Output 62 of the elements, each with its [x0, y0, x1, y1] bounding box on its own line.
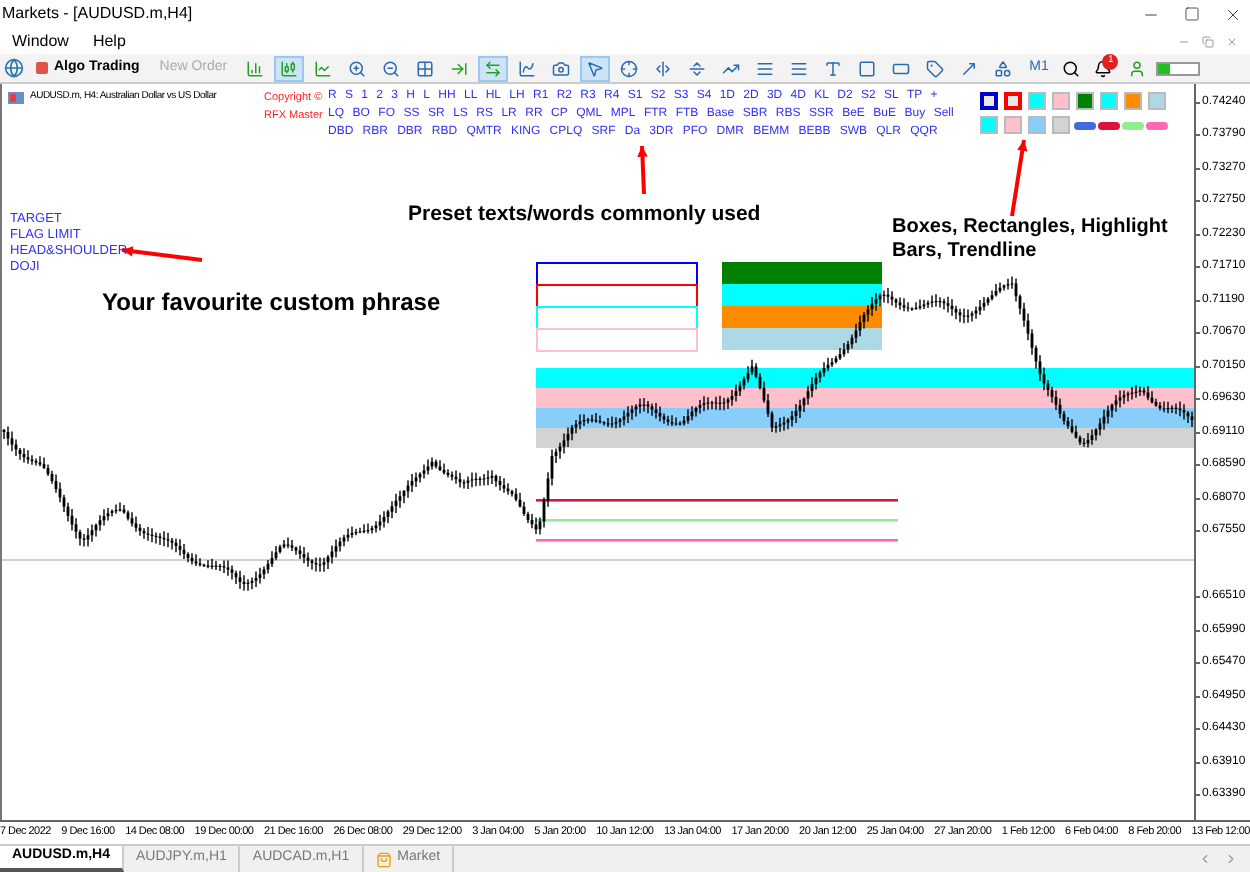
- bell-icon[interactable]: [1094, 59, 1113, 77]
- autoscroll-icon: [483, 59, 502, 77]
- channel-icon: [755, 59, 774, 77]
- annotation-text: Boxes, Rectangles, Highlight Bars, Trendline: [892, 216, 1170, 264]
- rectangle-icon: [857, 59, 876, 77]
- line-swatch[interactable]: [1074, 121, 1096, 129]
- color-swatch[interactable]: [980, 92, 998, 110]
- bar-chart-icon: [245, 59, 264, 77]
- maximize-icon[interactable]: [1184, 6, 1200, 22]
- color-swatch[interactable]: [1148, 92, 1166, 110]
- color-swatch[interactable]: [1124, 92, 1142, 110]
- arrow: [1010, 139, 1028, 217]
- color-swatch[interactable]: [1004, 116, 1022, 134]
- color-swatch[interactable]: [1076, 92, 1094, 110]
- annotation-text: Preset texts/words commonly used: [408, 200, 761, 230]
- color-swatch[interactable]: [1052, 92, 1070, 110]
- line-chart-icon: [313, 59, 332, 77]
- color-swatch[interactable]: [1100, 92, 1118, 110]
- user-icon[interactable]: [1128, 59, 1147, 77]
- scroll-right-icon[interactable]: [1224, 852, 1238, 866]
- indicators-icon: [517, 59, 536, 77]
- price-label-icon: [925, 59, 944, 77]
- zoom-in-icon: [347, 59, 366, 77]
- autoscroll-tool[interactable]: [477, 55, 508, 81]
- cursor-icon: [585, 59, 604, 77]
- color-swatch[interactable]: [1028, 116, 1046, 134]
- globe-icon[interactable]: [4, 58, 24, 78]
- trendline-icon: [721, 59, 740, 77]
- line-swatch[interactable]: [1122, 121, 1144, 129]
- color-swatch[interactable]: [1004, 92, 1022, 110]
- horizontal-line-icon: [687, 59, 706, 77]
- close-icon[interactable]: [1224, 5, 1242, 23]
- menu-item[interactable]: Window: [12, 29, 69, 53]
- signal-bar-icon: [1156, 61, 1201, 75]
- color-swatch[interactable]: [1028, 92, 1046, 110]
- shapes-icon: [993, 59, 1012, 77]
- search-icon[interactable]: [1062, 59, 1081, 77]
- line-swatch[interactable]: [1098, 121, 1120, 129]
- vertical-line-icon: [653, 59, 672, 77]
- stop-icon: [36, 62, 48, 74]
- candlestick-icon: [279, 59, 298, 77]
- line-swatch[interactable]: [1146, 121, 1168, 129]
- candlestick-tool[interactable]: [273, 55, 304, 81]
- scroll-end-icon: [449, 59, 468, 77]
- arrow: [637, 145, 648, 195]
- zoom-out-icon: [381, 59, 400, 77]
- chart-icon: [8, 91, 24, 104]
- color-swatch[interactable]: [1052, 116, 1070, 134]
- text-icon: [823, 59, 842, 77]
- annotation-text: Your favourite custom phrase: [102, 286, 441, 320]
- bag-icon: [375, 851, 392, 867]
- grid-icon: [415, 59, 434, 77]
- label-icon: [891, 59, 910, 77]
- arrow-icon: [959, 59, 978, 77]
- crosshair-icon: [619, 59, 638, 77]
- scroll-left-icon[interactable]: [1198, 852, 1212, 866]
- camera-icon: [551, 59, 570, 77]
- restore-icon[interactable]: [1202, 35, 1214, 47]
- window-title: Markets - [AUDUSD.m,H4]: [0, 2, 193, 26]
- color-swatch[interactable]: [980, 116, 998, 134]
- cursor-tool[interactable]: [579, 55, 610, 81]
- menu-item[interactable]: Help: [92, 29, 126, 53]
